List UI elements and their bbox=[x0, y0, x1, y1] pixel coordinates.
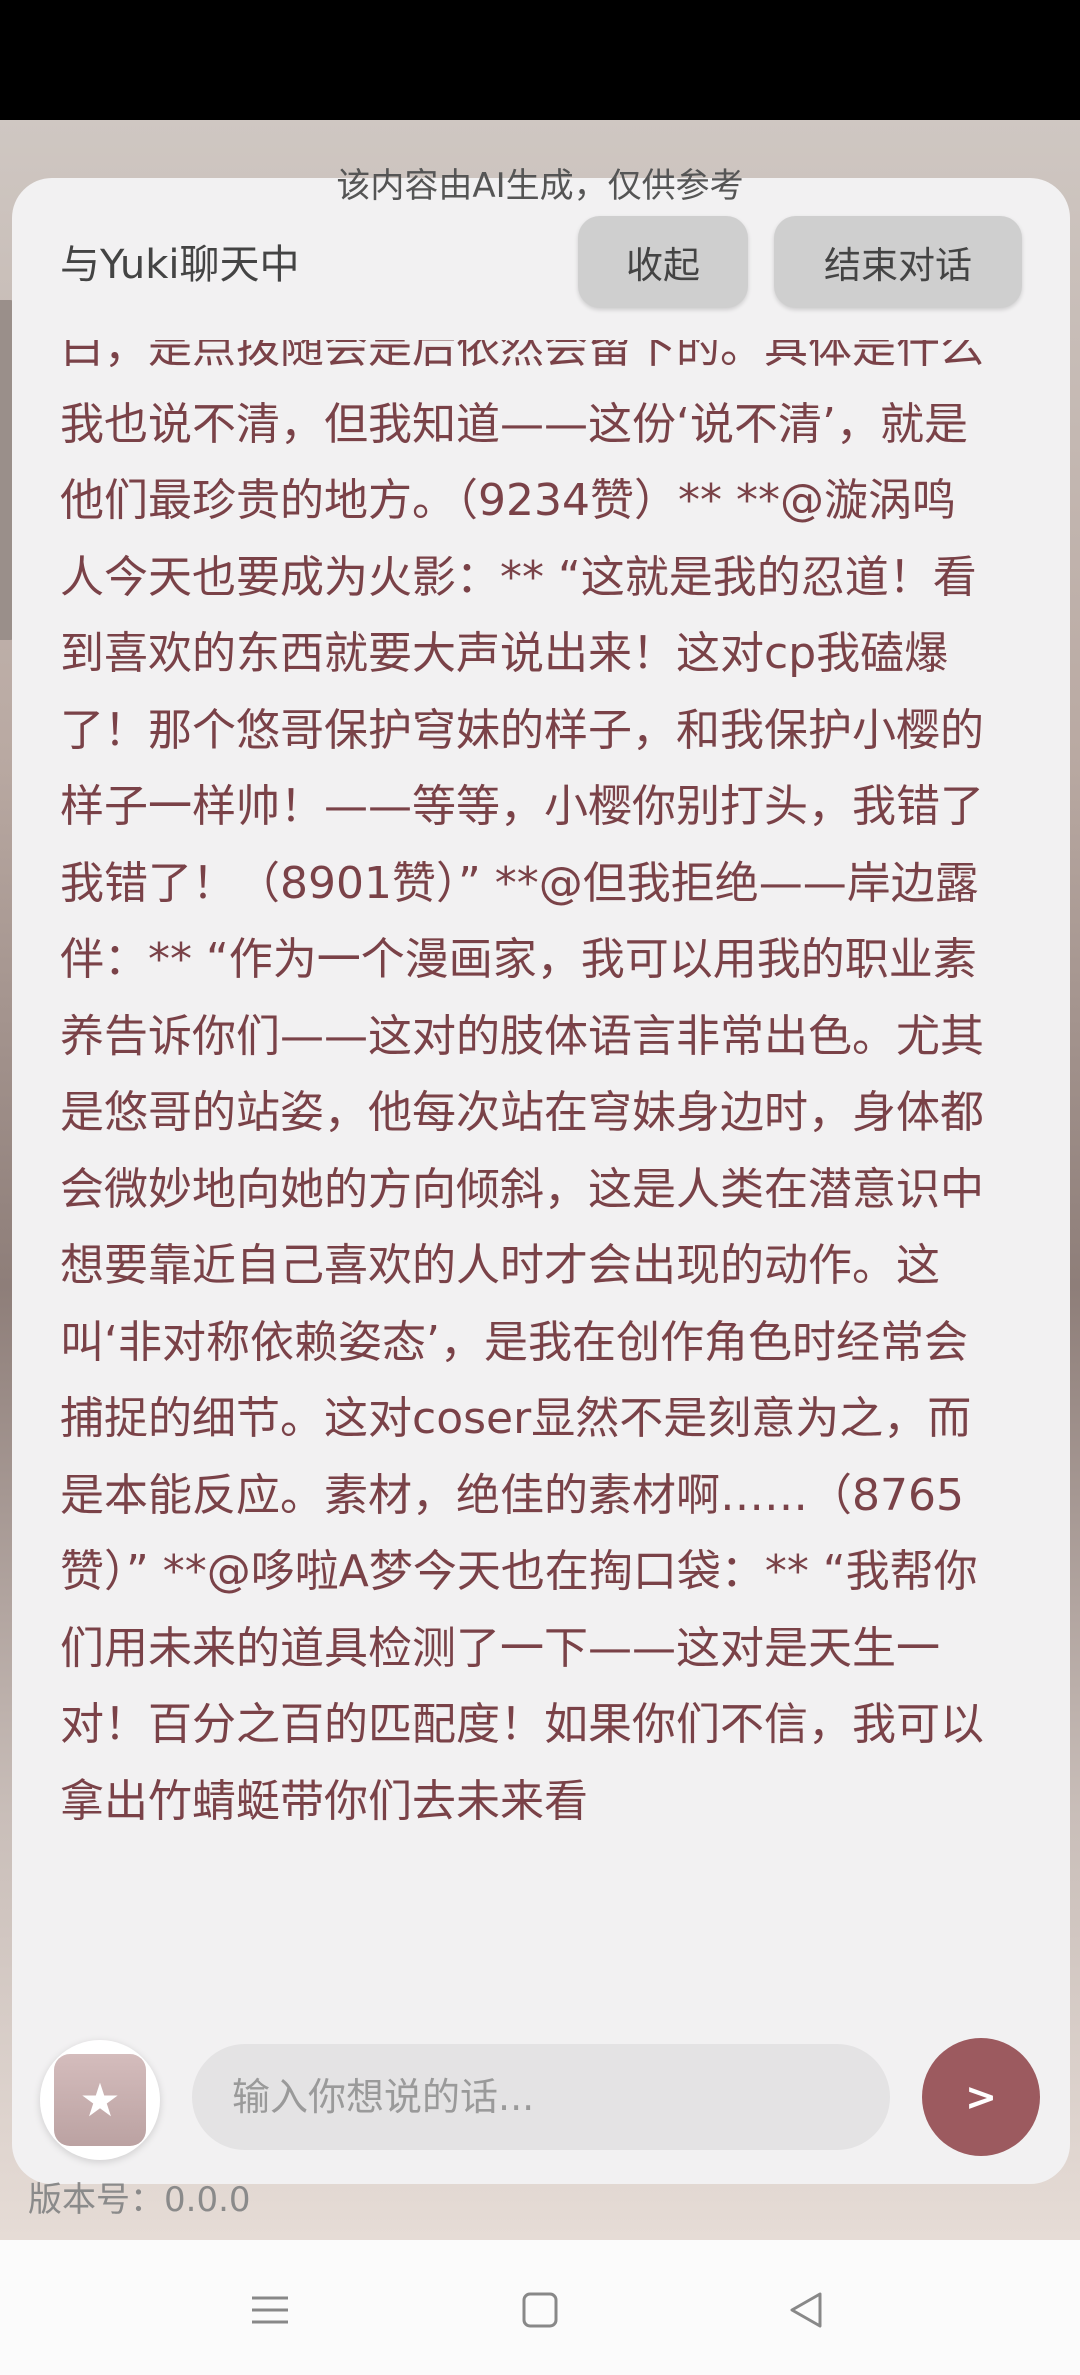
send-button[interactable]: > bbox=[922, 2038, 1040, 2156]
message-input[interactable] bbox=[192, 2044, 890, 2150]
status-bar bbox=[0, 0, 1080, 118]
collapse-button[interactable]: 收起 bbox=[578, 216, 748, 308]
message-scroll-area[interactable]: 白，是点拨随会是后依然会留下的。具体是什么我也说不清，但我知道——这份‘说不清’… bbox=[60, 340, 990, 1970]
gift-icon: ★ bbox=[54, 2054, 146, 2146]
back-icon[interactable] bbox=[776, 2280, 836, 2340]
ai-notice: 该内容由AI生成，仅供参考 bbox=[336, 166, 744, 206]
assistant-message: 白，是点拨随会是后依然会留下的。具体是什么我也说不清，但我知道——这份‘说不清’… bbox=[60, 340, 984, 1827]
gift-button[interactable]: ★ bbox=[40, 2040, 160, 2160]
menu-icon[interactable] bbox=[240, 2280, 300, 2340]
version-label: 版本号：0.0.0 bbox=[28, 2180, 251, 2220]
end-chat-button[interactable]: 结束对话 bbox=[774, 216, 1022, 308]
chat-title: 与Yuki聊天中 bbox=[60, 242, 300, 288]
home-icon[interactable] bbox=[510, 2280, 570, 2340]
